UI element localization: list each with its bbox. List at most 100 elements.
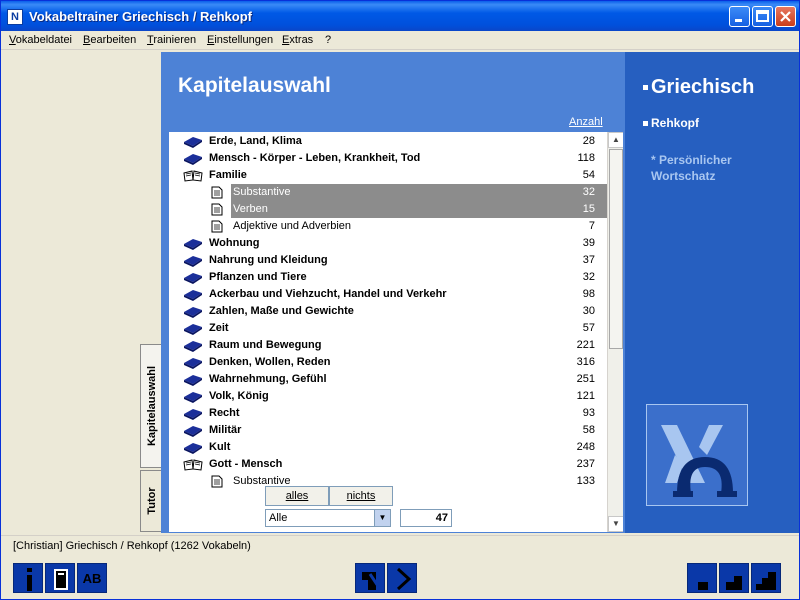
scroll-thumb[interactable]: [609, 149, 623, 349]
chapter-row-count: 54: [582, 169, 595, 181]
chapter-row[interactable]: Recht 93: [169, 405, 599, 422]
personal-vocab-link[interactable]: * Persönlicher Wortschatz: [651, 152, 771, 184]
menu-vokabeldatei[interactable]: Vokabeldatei: [9, 34, 72, 46]
count-column-header[interactable]: Anzahl: [569, 116, 603, 128]
info-button[interactable]: [13, 563, 43, 593]
chapter-list[interactable]: Substantive 133 Gott - Mensch 237 Kult 248 Mil…: [169, 132, 623, 532]
select-all-button[interactable]: alles: [265, 486, 329, 506]
language-title: Griechisch: [651, 76, 755, 98]
scroll-down-button[interactable]: ▼: [608, 516, 623, 532]
menu-einstellungen[interactable]: Einstellungen: [207, 34, 273, 46]
subset-dropdown[interactable]: Alle ▼: [265, 509, 391, 527]
chapter-row-count: 133: [576, 475, 595, 487]
level-1-icon: [698, 582, 708, 590]
page-icon: [211, 203, 223, 216]
chapter-row[interactable]: Verben 15: [169, 201, 607, 218]
ab-button-label: AB: [82, 571, 102, 586]
book-icon: [183, 390, 203, 403]
chapter-row[interactable]: Volk, König 121: [169, 388, 599, 405]
previous-button[interactable]: [355, 563, 385, 593]
chapter-row-label: Nahrung und Kleidung: [209, 254, 328, 266]
chapter-panel: Kapitelauswahl Substantive 133 Gott - Mens…: [161, 52, 625, 533]
chapter-row-count: 30: [582, 305, 595, 317]
chapter-row[interactable]: Zahlen, Maße und Gewichte 30: [169, 303, 599, 320]
menu-trainieren[interactable]: Trainieren: [147, 34, 196, 46]
chapter-row[interactable]: Wohnung 39: [169, 235, 599, 252]
info-panel: Griechisch Rehkopf * Persönlicher Wortsc…: [625, 52, 799, 533]
chapter-row-count: 248: [576, 441, 595, 453]
dropdown-arrow-icon[interactable]: ▼: [374, 510, 390, 526]
book-icon: [183, 288, 203, 301]
chapter-row[interactable]: Ackerbau und Viehzucht, Handel und Verke…: [169, 286, 599, 303]
book-title[interactable]: Rehkopf: [651, 116, 699, 130]
chapter-row-count: 57: [582, 322, 595, 334]
chapter-row-label: Raum und Bewegung: [209, 339, 322, 351]
menu-help[interactable]: ?: [325, 34, 331, 46]
chapter-row[interactable]: Familie 54: [169, 167, 599, 184]
selection-label: Auswahl:: [185, 489, 239, 503]
chapter-row[interactable]: Mensch - Körper - Leben, Krankheit, Tod 1…: [169, 150, 599, 167]
chapter-row-count: 251: [576, 373, 595, 385]
chapter-row-label: Erde, Land, Klima: [209, 135, 302, 147]
chapter-row-label: Denken, Wollen, Reden: [209, 356, 331, 368]
chapter-row[interactable]: Raum und Bewegung 221: [169, 337, 599, 354]
chapter-row-label: Familie: [209, 169, 247, 181]
chapter-row[interactable]: Denken, Wollen, Reden 316: [169, 354, 599, 371]
app-logo: [646, 404, 748, 506]
close-icon: [780, 11, 791, 22]
chapter-row[interactable]: Kult 248: [169, 439, 599, 456]
flashcard-icon: [54, 569, 68, 590]
card-button[interactable]: [45, 563, 75, 593]
subset-label: davon:: [185, 511, 225, 525]
menu-bearbeiten[interactable]: Bearbeiten: [83, 34, 136, 46]
select-none-label: nichts: [346, 490, 376, 502]
level-low-button[interactable]: [687, 563, 717, 593]
chapter-row-label: Pflanzen und Tiere: [209, 271, 307, 283]
chapter-row[interactable]: Pflanzen und Tiere 32: [169, 269, 599, 286]
book-icon: [183, 356, 203, 369]
open-book-icon: [183, 458, 203, 471]
chapter-row[interactable]: Wahrnehmung, Gefühl 251: [169, 371, 599, 388]
tab-tutor[interactable]: Tutor: [140, 470, 162, 532]
alpha-omega-logo-icon: [661, 425, 737, 497]
minimize-button[interactable]: [729, 6, 750, 27]
arrow-right-icon: [396, 567, 412, 591]
chapter-row-count: 237: [576, 458, 595, 470]
chapter-row[interactable]: Zeit 57: [169, 320, 599, 337]
chapter-row-count: 316: [576, 356, 595, 368]
tab-kapitelauswahl[interactable]: Kapitelauswahl: [140, 344, 162, 468]
select-none-button[interactable]: nichts: [329, 486, 393, 506]
chapter-row[interactable]: Erde, Land, Klima 28: [169, 133, 599, 150]
chapter-row[interactable]: Militär 58: [169, 422, 599, 439]
chapter-row-count: 28: [582, 135, 595, 147]
book-icon: [183, 441, 203, 454]
chapter-list-scrollbar[interactable]: ▲ ▼: [607, 132, 623, 532]
next-button[interactable]: [387, 563, 417, 593]
chapter-row[interactable]: Substantive 32: [169, 184, 607, 201]
level-high-button[interactable]: [751, 563, 781, 593]
scroll-up-button[interactable]: ▲: [608, 132, 623, 148]
chapter-row[interactable]: Nahrung und Kleidung 37: [169, 252, 599, 269]
status-bar: [Christian] Griechisch / Rehkopf (1262 V…: [1, 535, 799, 555]
minimize-icon: [735, 19, 742, 22]
bullet-icon: [643, 121, 648, 126]
selection-count-unit: Vokabeln: [453, 489, 499, 501]
book-icon: [183, 237, 203, 250]
chapter-row-label: Wohnung: [209, 237, 260, 249]
maximize-button[interactable]: [752, 6, 773, 27]
title-bar[interactable]: N Vokabeltrainer Griechisch / Rehkopf: [1, 1, 799, 31]
subset-count-field[interactable]: 47: [400, 509, 452, 527]
close-button[interactable]: [775, 6, 796, 27]
chapter-row[interactable]: Adjektive und Adverbien 7: [169, 218, 599, 235]
page-icon: [211, 475, 223, 488]
chapter-row-label: Mensch - Körper - Leben, Krankheit, Tod: [209, 152, 421, 164]
level-mid-button[interactable]: [719, 563, 749, 593]
selection-count-value: 47: [435, 489, 448, 501]
chapter-row-count: 37: [582, 254, 595, 266]
selection-highlight: [231, 201, 607, 218]
book-icon: [183, 322, 203, 335]
chapter-row[interactable]: Gott - Mensch 237: [169, 456, 599, 473]
chapter-row-label: Wahrnehmung, Gefühl: [209, 373, 327, 385]
menu-extras[interactable]: Extras: [282, 34, 313, 46]
ab-button[interactable]: AB: [77, 563, 107, 593]
